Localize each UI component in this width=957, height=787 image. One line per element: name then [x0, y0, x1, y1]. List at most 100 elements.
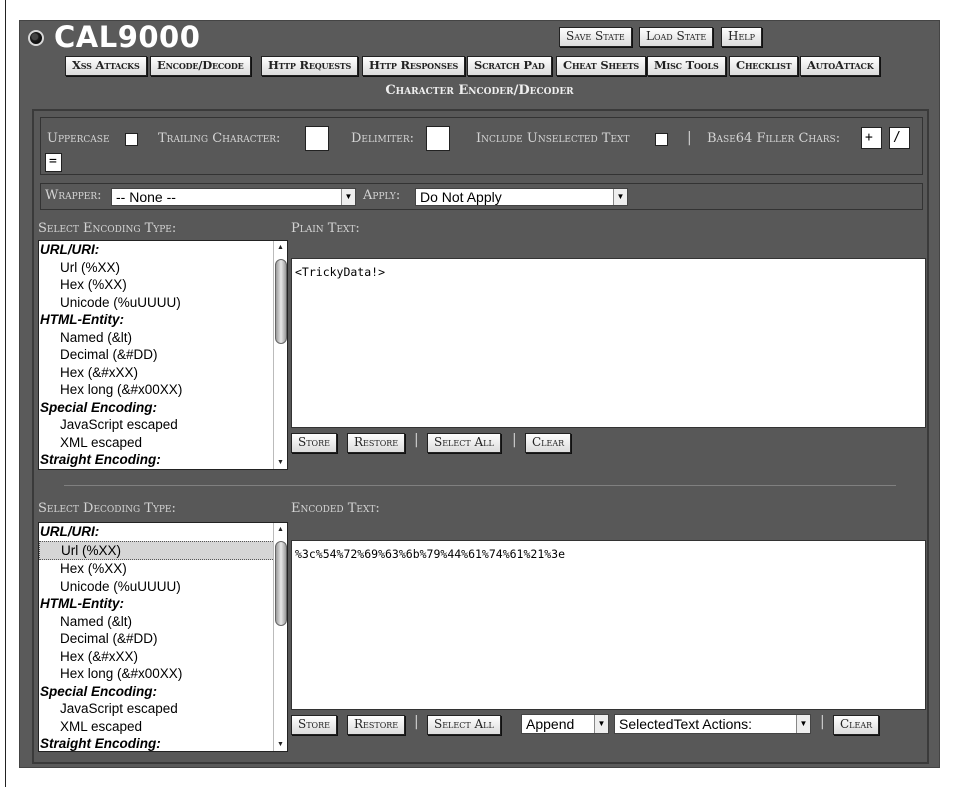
- list-option[interactable]: Named (&lt): [39, 613, 287, 631]
- scroll-up-icon[interactable]: ▲: [274, 241, 287, 254]
- delimiter-input[interactable]: [426, 126, 450, 151]
- list-option[interactable]: Hex (%XX): [39, 560, 287, 578]
- decoding-options: URL/URI: Url (%XX) Hex (%XX) Unicode (%uUUU…: [39, 523, 287, 751]
- list-option[interactable]: Hex (&#xXX): [39, 648, 287, 666]
- apply-label: Apply:: [363, 188, 401, 203]
- list-option[interactable]: Hex (%XX): [39, 276, 287, 294]
- list-option[interactable]: Named (&lt): [39, 329, 287, 347]
- chevron-down-icon: ▼: [613, 189, 627, 205]
- list-option[interactable]: XML escaped: [39, 434, 287, 452]
- tab-scratch-pad[interactable]: Scratch Pad: [467, 56, 552, 76]
- wrapper-bar: Wrapper: -- None -- ▼ Apply: Do Not Appl…: [40, 183, 923, 210]
- apply-select[interactable]: Do Not Apply ▼: [415, 188, 628, 206]
- decoding-scrollbar[interactable]: ▲ ▼: [273, 523, 287, 751]
- chevron-down-icon: ▼: [341, 189, 355, 205]
- tab-xss-attacks[interactable]: Xss Attacks: [65, 56, 147, 76]
- selected-text-actions-select[interactable]: SelectedText Actions: ▼: [614, 714, 811, 734]
- tab-cheat-sheets[interactable]: Cheat Sheets: [556, 56, 646, 76]
- scroll-down-icon[interactable]: ▼: [274, 738, 287, 751]
- encoded-text-area[interactable]: %3c%54%72%69%63%6b%79%44%61%74%61%21%3e: [291, 540, 926, 710]
- cal9000-app: CAL9000 Save State Load State Help Xss A…: [19, 20, 940, 768]
- list-group-label: HTML-Entity:: [40, 312, 124, 327]
- plain-text-area[interactable]: <TrickyData!>: [291, 258, 926, 428]
- include-unselected-label: Include Unselected Text: [476, 131, 630, 146]
- encode-clear-button[interactable]: Clear: [525, 433, 572, 453]
- append-select-value: Append: [526, 716, 575, 732]
- scroll-up-icon[interactable]: ▲: [274, 523, 287, 536]
- list-option[interactable]: Url (%XX): [39, 259, 287, 277]
- list-group-label: Straight Encoding:: [40, 736, 161, 751]
- plain-text-label: Plain Text:: [291, 221, 360, 236]
- delimiter-label: Delimiter:: [351, 131, 415, 146]
- include-unselected-checkbox[interactable]: [655, 133, 668, 146]
- base64-filler-input-3[interactable]: =: [45, 153, 62, 172]
- list-option[interactable]: Hex long (&#x00XX): [39, 381, 287, 399]
- trailing-character-input[interactable]: [305, 126, 329, 151]
- options-separator: |: [687, 130, 692, 146]
- list-group-label: URL/URI:: [40, 524, 100, 539]
- encoder-panel: Uppercase Trailing Character: Delimiter:…: [32, 109, 929, 764]
- chevron-down-icon: ▼: [796, 715, 810, 733]
- list-option[interactable]: Unicode (%uUUUU): [39, 578, 287, 596]
- tab-http-requests[interactable]: Http Requests: [261, 56, 359, 76]
- list-option[interactable]: Decimal (&#DD): [39, 630, 287, 648]
- tab-autoattack[interactable]: AutoAttack: [800, 56, 881, 76]
- selected-text-actions-value: SelectedText Actions:: [619, 716, 753, 732]
- options-box: Uppercase Trailing Character: Delimiter:…: [40, 117, 923, 175]
- decoding-type-list[interactable]: URL/URI: Url (%XX) Hex (%XX) Unicode (%uUUU…: [38, 522, 288, 752]
- encoding-scrollbar[interactable]: ▲ ▼: [273, 241, 287, 469]
- list-group-label: Special Encoding:: [40, 683, 158, 699]
- list-group-label: URL/URI:: [40, 242, 100, 257]
- encode-separator-2: |: [512, 432, 517, 448]
- section-title: Character Encoder/Decoder: [385, 83, 574, 98]
- encode-store-button[interactable]: Store: [291, 433, 337, 453]
- chevron-down-icon: ▼: [594, 715, 608, 733]
- wrapper-select[interactable]: -- None -- ▼: [111, 188, 356, 206]
- encoding-options: URL/URI: Url (%XX) Hex (%XX) Unicode (%uUUU…: [39, 241, 287, 469]
- window-left-border: [5, 0, 6, 787]
- list-group-label: Special Encoding:: [40, 399, 158, 415]
- load-state-button[interactable]: Load State: [639, 27, 714, 47]
- decode-select-all-button[interactable]: Select All: [427, 715, 501, 735]
- encode-select-all-button[interactable]: Select All: [427, 433, 501, 453]
- decode-store-button[interactable]: Store: [291, 715, 337, 735]
- help-button[interactable]: Help: [721, 27, 762, 47]
- wrapper-label: Wrapper:: [45, 188, 102, 203]
- list-option[interactable]: XML escaped: [39, 718, 287, 736]
- tab-http-responses[interactable]: Http Responses: [362, 56, 466, 76]
- scroll-thumb[interactable]: [275, 259, 287, 344]
- scroll-down-icon[interactable]: ▼: [274, 456, 287, 469]
- encoding-type-label: Select Encoding Type:: [38, 221, 177, 236]
- decode-separator-2: |: [820, 714, 825, 730]
- tab-checklist[interactable]: Checklist: [729, 56, 799, 76]
- list-option[interactable]: JavaScript escaped: [39, 416, 287, 434]
- decode-clear-button[interactable]: Clear: [833, 715, 880, 735]
- wrapper-select-value: -- None --: [116, 189, 176, 205]
- logo-icon: [28, 30, 44, 46]
- encode-restore-button[interactable]: Restore: [347, 433, 406, 453]
- append-select[interactable]: Append ▼: [521, 714, 609, 734]
- save-state-button[interactable]: Save State: [559, 27, 632, 47]
- list-option[interactable]: Unicode (%uUUUU): [39, 294, 287, 312]
- base64-filler-input-1[interactable]: +: [861, 127, 882, 149]
- uppercase-checkbox[interactable]: [125, 133, 138, 146]
- list-option[interactable]: Hex long (&#x00XX): [39, 665, 287, 683]
- section-divider: [64, 485, 896, 486]
- encoded-text-label: Encoded Text:: [291, 501, 380, 516]
- list-option[interactable]: Hex (&#xXX): [39, 364, 287, 382]
- tab-encode-decode[interactable]: Encode/Decode: [150, 56, 251, 76]
- base64-filler-input-2[interactable]: /: [889, 127, 910, 149]
- list-option[interactable]: Url (%XX): [39, 540, 287, 560]
- list-option[interactable]: Decimal (&#DD): [39, 346, 287, 364]
- tab-misc-tools[interactable]: Misc Tools: [647, 56, 726, 76]
- list-option[interactable]: JavaScript escaped: [39, 700, 287, 718]
- list-group-label: Straight Encoding:: [40, 452, 161, 467]
- app-title: CAL9000: [54, 20, 201, 54]
- encode-separator-1: |: [414, 432, 419, 448]
- list-group-label: HTML-Entity:: [40, 596, 124, 611]
- apply-select-value: Do Not Apply: [420, 189, 502, 205]
- uppercase-label: Uppercase: [47, 131, 110, 146]
- encoding-type-list[interactable]: URL/URI: Url (%XX) Hex (%XX) Unicode (%uUUU…: [38, 240, 288, 470]
- scroll-thumb[interactable]: [275, 541, 287, 626]
- decode-restore-button[interactable]: Restore: [347, 715, 406, 735]
